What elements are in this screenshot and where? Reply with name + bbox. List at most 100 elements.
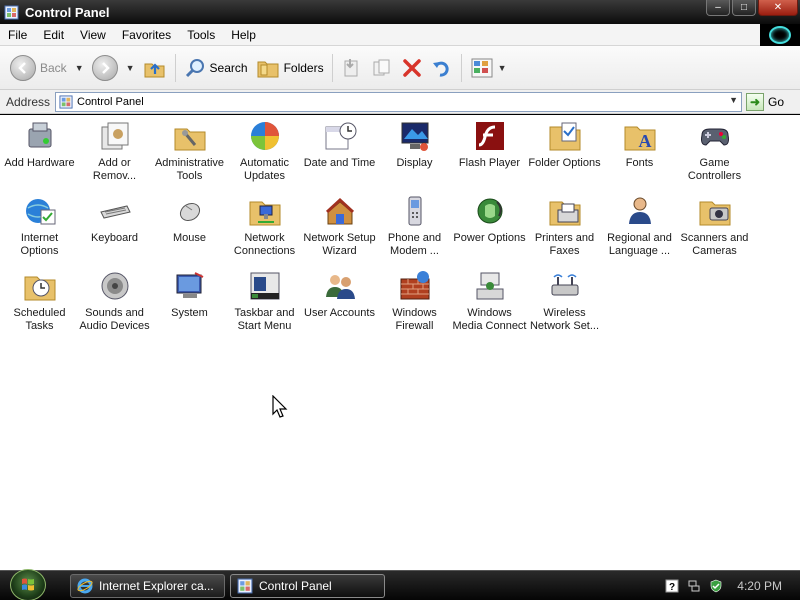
toolbar: Back ▼ ▼ Search Folders ▼ bbox=[0, 46, 800, 90]
control-panel-item-user-accounts[interactable]: User Accounts bbox=[302, 267, 377, 342]
control-panel-item-add-remove-programs[interactable]: Add or Remov... bbox=[77, 117, 152, 192]
control-panel-item-internet-options[interactable]: Internet Options bbox=[2, 192, 77, 267]
mouse-icon bbox=[179, 202, 200, 222]
toolbar-separator bbox=[174, 53, 176, 82]
control-panel-item-mouse[interactable]: Mouse bbox=[152, 192, 227, 267]
sounds-audio-icon bbox=[101, 272, 128, 300]
undo-button[interactable] bbox=[427, 51, 457, 85]
copy-to-button[interactable] bbox=[367, 51, 397, 85]
internet-explorer-icon bbox=[77, 578, 93, 594]
address-input[interactable]: Control Panel ▼ bbox=[55, 91, 742, 112]
control-panel-item-sounds-audio[interactable]: Sounds and Audio Devices bbox=[77, 267, 152, 342]
go-button[interactable]: ➜ Go bbox=[746, 92, 784, 111]
control-panel-item-display[interactable]: Display bbox=[377, 117, 452, 192]
system-icon bbox=[176, 272, 203, 298]
control-panel-item-game-controllers[interactable]: Game Controllers bbox=[677, 117, 752, 192]
title-bar[interactable]: Control Panel – □ ✕ bbox=[0, 0, 800, 24]
views-button[interactable]: ▼ bbox=[466, 51, 511, 85]
control-panel-item-label: Display bbox=[396, 157, 433, 169]
flash-player-icon bbox=[475, 122, 504, 150]
security-center-icon[interactable] bbox=[709, 579, 723, 593]
back-history-dropdown[interactable]: ▼ bbox=[75, 63, 84, 73]
taskbar-item-internet-explorer[interactable]: Internet Explorer ca... bbox=[70, 574, 225, 598]
forward-button[interactable] bbox=[88, 51, 122, 85]
forward-arrow-icon bbox=[91, 54, 118, 81]
move-to-icon bbox=[344, 58, 358, 76]
control-panel-item-scheduled-tasks[interactable]: Scheduled Tasks bbox=[2, 267, 77, 342]
automatic-updates-icon bbox=[250, 122, 279, 150]
control-panel-item-automatic-updates[interactable]: Automatic Updates bbox=[227, 117, 302, 192]
control-panel-item-label: Regional and Language ... bbox=[607, 232, 672, 257]
control-panel-item-regional-language[interactable]: Regional and Language ... bbox=[602, 192, 677, 267]
menu-favorites[interactable]: Favorites bbox=[114, 28, 179, 42]
clock[interactable]: 4:20 PM bbox=[737, 579, 782, 593]
control-panel-item-date-time[interactable]: Date and Time bbox=[302, 117, 377, 192]
control-panel-item-network-setup-wizard[interactable]: Network Setup Wizard bbox=[302, 192, 377, 267]
forward-history-dropdown[interactable]: ▼ bbox=[126, 63, 135, 73]
wireless-network-setup-icon bbox=[551, 274, 578, 296]
delete-button[interactable] bbox=[397, 51, 427, 85]
taskbar-start-menu-icon bbox=[250, 272, 279, 300]
search-label: Search bbox=[209, 60, 248, 75]
search-icon bbox=[185, 58, 204, 77]
control-panel-item-label: Scheduled Tasks bbox=[13, 307, 66, 332]
toolbar-separator bbox=[331, 53, 333, 82]
address-dropdown-icon[interactable]: ▼ bbox=[729, 95, 738, 105]
control-panel-item-label: Wireless Network Set... bbox=[529, 307, 600, 332]
back-label: Back bbox=[40, 60, 67, 75]
control-panel-item-scanners-cameras[interactable]: Scanners and Cameras bbox=[677, 192, 752, 267]
control-panel-item-power-options[interactable]: Power Options bbox=[452, 192, 527, 267]
control-panel-item-label: Folder Options bbox=[528, 157, 601, 169]
views-icon bbox=[471, 58, 493, 77]
folders-button[interactable]: Folders bbox=[252, 51, 328, 85]
folders-icon bbox=[257, 61, 279, 77]
network-icon[interactable] bbox=[687, 579, 701, 593]
control-panel-item-flash-player[interactable]: Flash Player bbox=[452, 117, 527, 192]
control-panel-item-phone-modem[interactable]: Phone and Modem ... bbox=[377, 192, 452, 267]
up-folder-button[interactable] bbox=[139, 51, 171, 85]
control-panel-icon bbox=[4, 5, 19, 19]
windows-firewall-icon bbox=[400, 271, 429, 300]
control-panel-item-windows-firewall[interactable]: Windows Firewall bbox=[377, 267, 452, 342]
minimize-button[interactable]: – bbox=[706, 0, 730, 16]
control-panel-item-administrative-tools[interactable]: Administrative Tools bbox=[152, 117, 227, 192]
internet-options-icon bbox=[25, 199, 55, 225]
menu-tools[interactable]: Tools bbox=[179, 28, 223, 42]
toolbar-separator bbox=[460, 53, 462, 82]
back-arrow-icon bbox=[10, 54, 36, 81]
address-bar: Address Control Panel ▼ ➜ Go bbox=[0, 90, 800, 114]
control-panel-item-system[interactable]: System bbox=[152, 267, 227, 342]
menu-edit[interactable]: Edit bbox=[35, 28, 72, 42]
display-icon bbox=[401, 122, 428, 151]
control-panel-item-label: Network Setup Wizard bbox=[303, 232, 376, 257]
help-icon[interactable]: ? bbox=[665, 579, 679, 593]
scheduled-tasks-icon bbox=[24, 276, 55, 301]
menu-file[interactable]: File bbox=[0, 28, 35, 42]
control-panel-item-label: Printers and Faxes bbox=[534, 232, 595, 257]
control-panel-item-taskbar-start-menu[interactable]: Taskbar and Start Menu bbox=[227, 267, 302, 342]
start-button[interactable] bbox=[10, 569, 46, 600]
phone-modem-icon bbox=[408, 196, 421, 226]
control-panel-item-fonts[interactable]: A Fonts bbox=[602, 117, 677, 192]
close-button[interactable]: ✕ bbox=[758, 0, 798, 16]
menu-view[interactable]: View bbox=[72, 28, 114, 42]
control-panel-item-label: Add Hardware bbox=[4, 157, 75, 169]
menu-help[interactable]: Help bbox=[223, 28, 264, 42]
back-button[interactable]: Back bbox=[6, 51, 71, 85]
control-panel-item-printers-faxes[interactable]: Printers and Faxes bbox=[527, 192, 602, 267]
up-folder-icon bbox=[144, 62, 165, 77]
search-button[interactable]: Search bbox=[180, 51, 252, 85]
taskbar-item-control-panel[interactable]: Control Panel bbox=[230, 574, 385, 598]
control-panel-item-add-hardware[interactable]: Add Hardware bbox=[2, 117, 77, 192]
control-panel-item-keyboard[interactable]: Keyboard bbox=[77, 192, 152, 267]
control-panel-item-windows-media-connect[interactable]: Windows Media Connect bbox=[452, 267, 527, 342]
control-panel-item-wireless-network-setup[interactable]: Wireless Network Set... bbox=[527, 267, 602, 342]
control-panel-item-label: Phone and Modem ... bbox=[387, 232, 442, 257]
control-panel-item-network-connections[interactable]: Network Connections bbox=[227, 192, 302, 267]
control-panel-item-label: User Accounts bbox=[304, 307, 375, 319]
maximize-button[interactable]: □ bbox=[732, 0, 756, 16]
control-panel-item-folder-options[interactable]: Folder Options bbox=[527, 117, 602, 192]
power-options-icon bbox=[477, 198, 502, 224]
address-label: Address bbox=[6, 94, 51, 109]
move-to-button[interactable] bbox=[337, 51, 367, 85]
